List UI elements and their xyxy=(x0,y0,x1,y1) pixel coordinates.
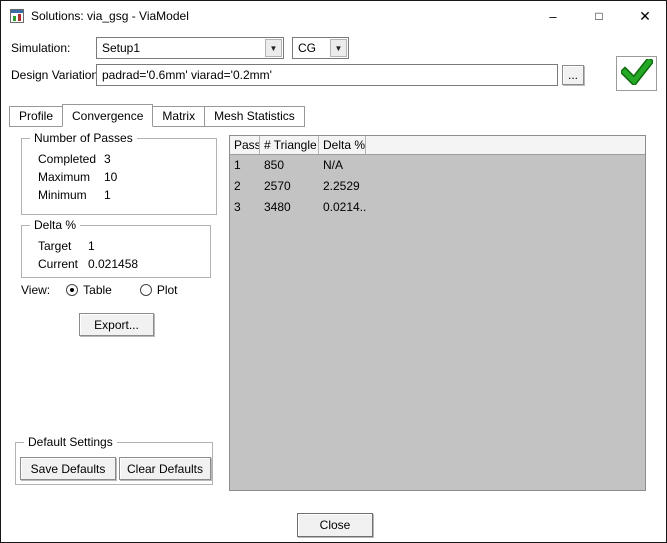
target-value: 1 xyxy=(88,239,95,253)
table-row[interactable]: 1 850 N/A xyxy=(230,155,645,176)
maximize-button[interactable]: □ xyxy=(576,1,622,31)
browse-variation-button[interactable]: ... xyxy=(562,65,584,85)
minimize-button[interactable]: – xyxy=(530,1,576,31)
tab-matrix[interactable]: Matrix xyxy=(152,106,206,127)
passes-row: Maximum 10 xyxy=(38,170,216,184)
completed-label: Completed xyxy=(38,152,97,166)
design-variation-field[interactable]: padrad='0.6mm' viarad='0.2mm' xyxy=(96,64,558,86)
minimum-value: 1 xyxy=(104,188,111,202)
chevron-down-icon[interactable]: ▼ xyxy=(330,39,347,57)
delta-row: Current 0.021458 xyxy=(38,257,210,271)
cell-pass: 2 xyxy=(234,179,241,193)
radio-plot[interactable] xyxy=(139,284,152,296)
radio-plot-label[interactable]: Plot xyxy=(157,283,178,297)
cell-delta: 2.2529 xyxy=(323,179,360,193)
defaults-group-title: Default Settings xyxy=(24,435,117,449)
current-value: 0.021458 xyxy=(88,257,139,271)
cell-triangle: 2570 xyxy=(264,179,291,193)
design-variation-label: Design Variation: xyxy=(11,68,102,82)
radio-table[interactable] xyxy=(66,284,79,296)
cell-delta: 0.0214... xyxy=(323,200,366,214)
table-row[interactable]: 2 2570 2.2529 xyxy=(230,176,645,197)
window-title: Solutions: via_gsg - ViaModel xyxy=(31,9,189,23)
completed-value: 3 xyxy=(104,152,111,166)
simulation-value: Setup1 xyxy=(102,41,141,55)
view-label: View: xyxy=(21,283,51,297)
table-header: Pass # Triangle Delta % xyxy=(230,136,645,155)
delta-percent-group: Delta % Target 1 Current 0.021458 xyxy=(21,218,211,278)
table-row[interactable]: 3 3480 0.0214... xyxy=(230,197,645,218)
export-button[interactable]: Export... xyxy=(79,313,154,336)
cell-triangle: 3480 xyxy=(264,200,291,214)
apply-check-button[interactable] xyxy=(616,56,657,91)
design-variation-value: padrad='0.6mm' viarad='0.2mm' xyxy=(102,68,272,82)
column-header-triangle[interactable]: # Triangle xyxy=(260,136,319,154)
close-window-button[interactable]: ✕ xyxy=(622,1,666,31)
solutions-dialog: Solutions: via_gsg - ViaModel – □ ✕ Simu… xyxy=(0,0,667,543)
titlebar: Solutions: via_gsg - ViaModel – □ ✕ xyxy=(1,1,666,31)
minimum-label: Minimum xyxy=(38,188,87,202)
current-label: Current xyxy=(38,257,79,271)
convergence-table: Pass # Triangle Delta % 1 850 N/A 2 2570… xyxy=(229,135,646,491)
chevron-down-icon[interactable]: ▼ xyxy=(265,39,282,57)
column-header-pass[interactable]: Pass xyxy=(230,136,260,154)
tab-strip: Profile Convergence Matrix Mesh Statisti… xyxy=(9,104,305,127)
number-of-passes-group: Number of Passes Completed 3 Maximum 10 … xyxy=(21,131,217,215)
view-row: View: Table Plot xyxy=(21,283,178,297)
cell-pass: 1 xyxy=(234,158,241,172)
simulation-label: Simulation: xyxy=(11,41,71,55)
simulation-dropdown[interactable]: Setup1 ▼ xyxy=(96,37,284,59)
default-settings-group: Default Settings Save Defaults Clear Def… xyxy=(15,435,213,485)
tab-mesh-statistics[interactable]: Mesh Statistics xyxy=(204,106,305,127)
maximum-value: 10 xyxy=(104,170,118,184)
column-header-filler xyxy=(366,136,645,154)
tab-convergence[interactable]: Convergence xyxy=(62,104,154,127)
clear-defaults-button[interactable]: Clear Defaults xyxy=(119,457,211,480)
cell-delta: N/A xyxy=(323,158,344,172)
cell-triangle: 850 xyxy=(264,158,285,172)
delta-group-title: Delta % xyxy=(30,218,81,232)
passes-row: Completed 3 xyxy=(38,152,216,166)
app-icon xyxy=(10,9,24,23)
solution-type-dropdown[interactable]: CG ▼ xyxy=(292,37,349,59)
maximum-label: Maximum xyxy=(38,170,91,184)
close-button[interactable]: Close xyxy=(297,513,373,537)
cell-pass: 3 xyxy=(234,200,241,214)
passes-row: Minimum 1 xyxy=(38,188,216,202)
passes-group-title: Number of Passes xyxy=(30,131,137,145)
tab-profile[interactable]: Profile xyxy=(9,106,64,127)
solution-type-value: CG xyxy=(298,41,316,55)
radio-table-label[interactable]: Table xyxy=(83,283,112,297)
check-icon xyxy=(618,56,655,88)
target-label: Target xyxy=(38,239,72,253)
delta-row: Target 1 xyxy=(38,239,210,253)
column-header-delta[interactable]: Delta % xyxy=(319,136,366,154)
save-defaults-button[interactable]: Save Defaults xyxy=(20,457,116,480)
